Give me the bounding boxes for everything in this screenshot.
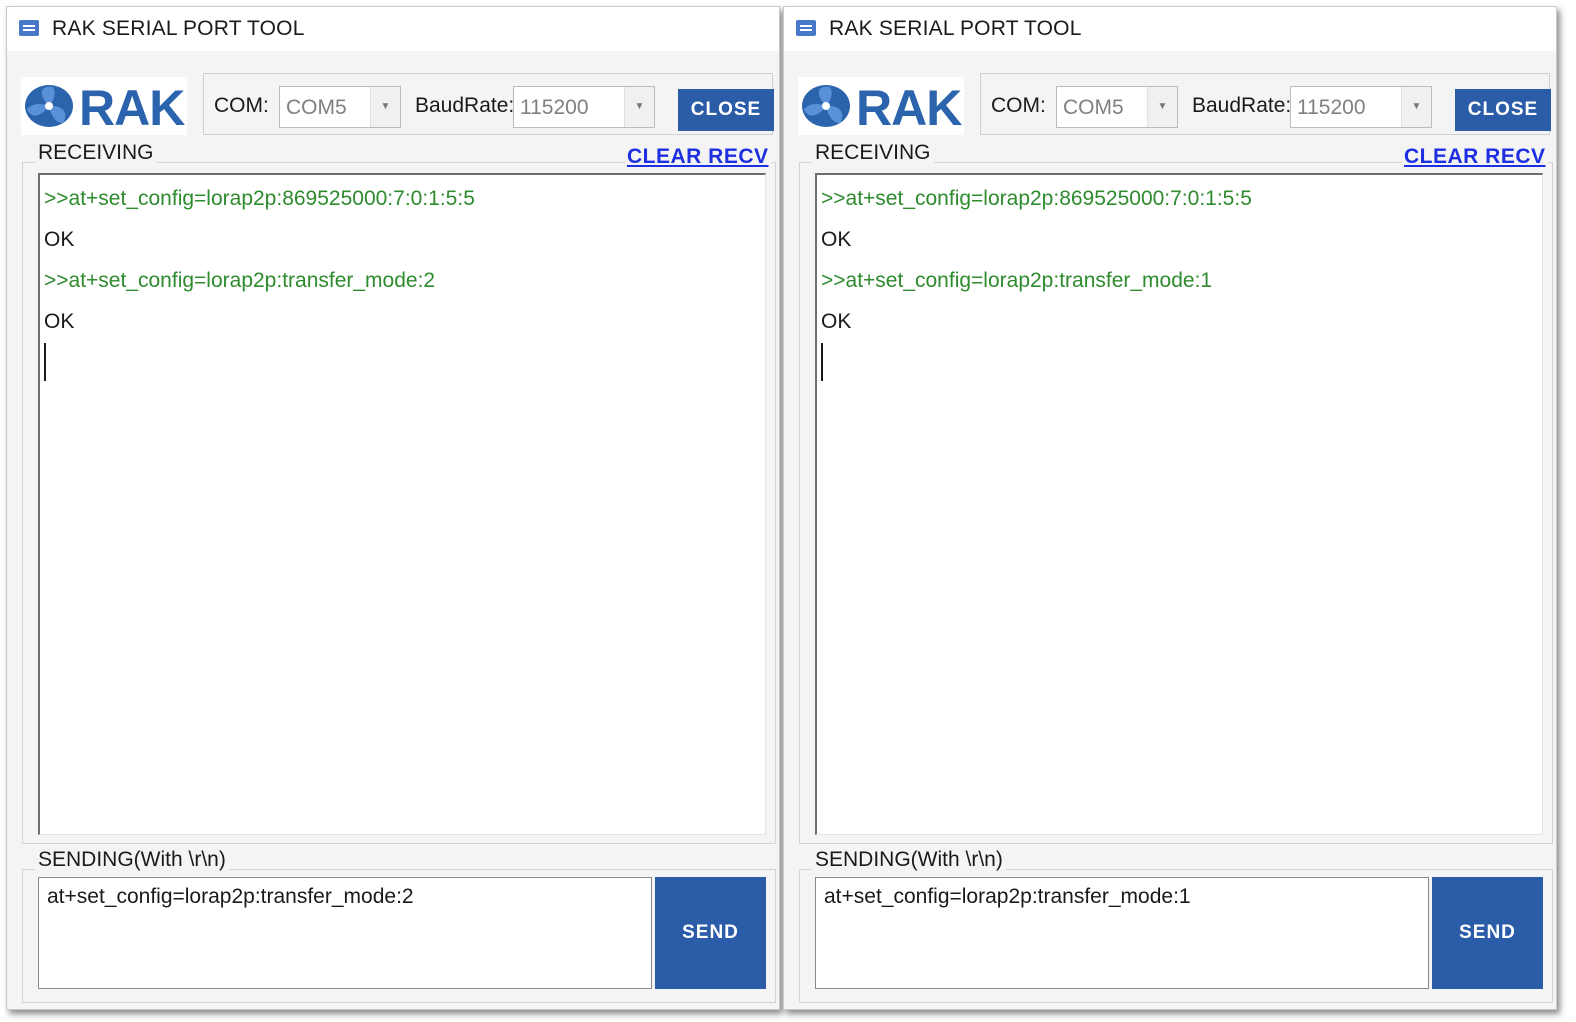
clear-recv-link[interactable]: CLEAR RECV [1402,145,1548,169]
baudrate-select[interactable]: 115200 ▼ [513,86,655,128]
app-window-icon [796,20,816,36]
com-label: COM: [991,94,1046,117]
connection-panel: COM: COM5 ▼ BaudRate: 115200 ▼ CLOSE [203,73,774,135]
rak-logo: RAK [21,77,187,136]
recv-line: >>at+set_config=lorap2p:transfer_mode:1 [821,269,1213,292]
title-bar[interactable]: RAK SERIAL PORT TOOL [784,7,1556,51]
sending-label: SENDING(With \r\n) [35,848,229,872]
connection-panel: COM: COM5 ▼ BaudRate: 115200 ▼ CLOSE [980,73,1551,135]
recv-line: OK [44,310,75,333]
text-caret [821,343,823,381]
window-title: RAK SERIAL PORT TOOL [829,17,1082,40]
logo-text: RAK [79,80,185,136]
title-bar[interactable]: RAK SERIAL PORT TOOL [7,7,779,51]
com-port-select[interactable]: COM5 ▼ [1056,86,1178,128]
rak-propeller-icon [802,85,850,127]
close-port-button[interactable]: CLOSE [1455,89,1551,131]
send-input[interactable]: at+set_config=lorap2p:transfer_mode:2 [38,877,652,989]
recv-line: OK [44,228,75,251]
chevron-down-icon[interactable]: ▼ [1147,87,1177,127]
baudrate-value: 115200 [520,96,589,119]
serial-tool-window-right: RAK SERIAL PORT TOOL RAK COM: COM5 ▼ Bau… [783,6,1557,1010]
receive-textarea[interactable]: >>at+set_config=lorap2p:869525000:7:0:1:… [38,173,766,835]
rak-propeller-icon [25,85,73,127]
baudrate-value: 115200 [1297,96,1366,119]
receive-textarea[interactable]: >>at+set_config=lorap2p:869525000:7:0:1:… [815,173,1543,835]
send-input-value: at+set_config=lorap2p:transfer_mode:1 [824,885,1191,908]
serial-tool-window-left: RAK SERIAL PORT TOOL RAK COM: COM5 ▼ Bau… [6,6,780,1010]
baudrate-select[interactable]: 115200 ▼ [1290,86,1432,128]
baudrate-label: BaudRate: [1192,94,1292,117]
recv-line: OK [821,228,852,251]
send-button[interactable]: SEND [655,877,766,989]
chevron-down-icon[interactable]: ▼ [370,87,400,127]
close-port-button[interactable]: CLOSE [678,89,774,131]
recv-line: >>at+set_config=lorap2p:869525000:7:0:1:… [821,187,1252,210]
com-port-value: COM5 [286,96,347,119]
chevron-down-icon[interactable]: ▼ [1401,87,1431,127]
clear-recv-link[interactable]: CLEAR RECV [625,145,771,169]
receiving-label: RECEIVING [35,141,157,165]
app-window-icon [19,20,39,36]
chevron-down-icon[interactable]: ▼ [624,87,654,127]
send-button[interactable]: SEND [1432,877,1543,989]
logo-text: RAK [856,80,962,136]
com-port-select[interactable]: COM5 ▼ [279,86,401,128]
recv-line: OK [821,310,852,333]
recv-line: >>at+set_config=lorap2p:transfer_mode:2 [44,269,436,292]
send-input-value: at+set_config=lorap2p:transfer_mode:2 [47,885,414,908]
receiving-label: RECEIVING [812,141,934,165]
rak-logo: RAK [798,77,964,136]
baudrate-label: BaudRate: [415,94,515,117]
send-input[interactable]: at+set_config=lorap2p:transfer_mode:1 [815,877,1429,989]
text-caret [44,343,46,381]
sending-label: SENDING(With \r\n) [812,848,1006,872]
recv-line: >>at+set_config=lorap2p:869525000:7:0:1:… [44,187,475,210]
com-port-value: COM5 [1063,96,1124,119]
com-label: COM: [214,94,269,117]
window-title: RAK SERIAL PORT TOOL [52,17,305,40]
